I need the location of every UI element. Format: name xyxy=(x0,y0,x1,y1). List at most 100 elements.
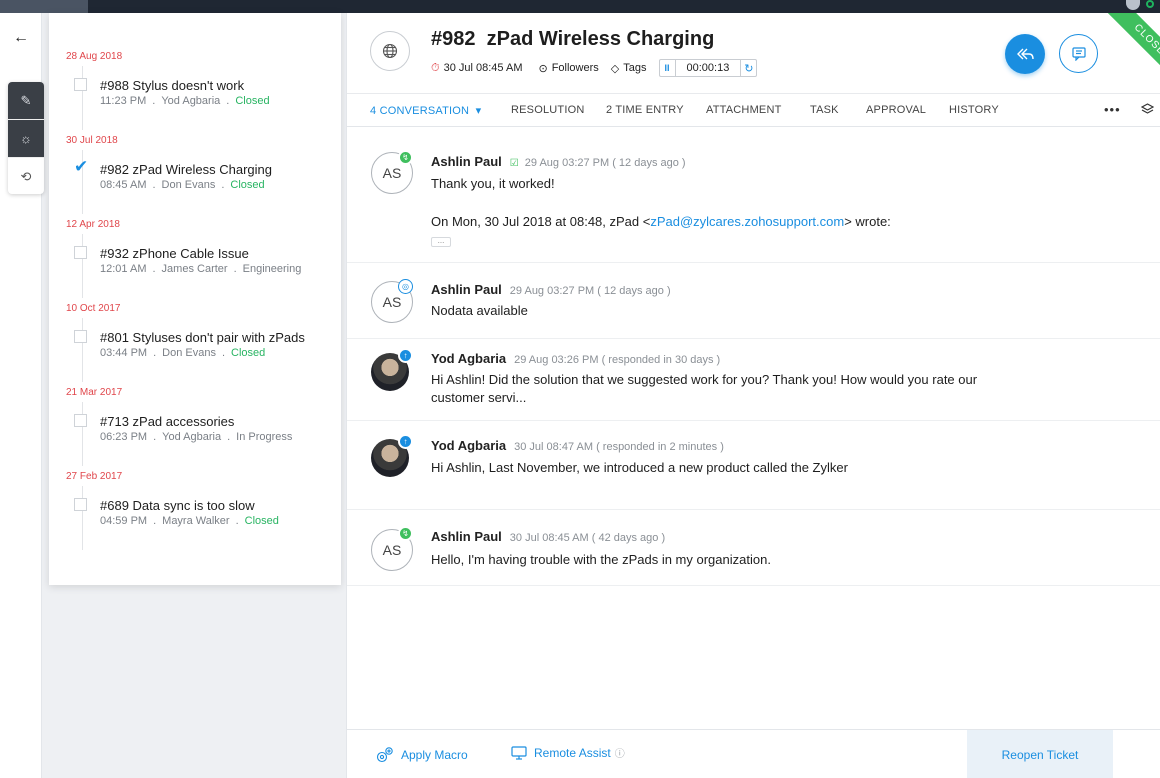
user-avatar[interactable] xyxy=(1126,0,1140,10)
status-badge: Closed xyxy=(230,179,265,191)
checkmark-icon[interactable]: ✔ xyxy=(74,158,88,175)
conversation-thread: AS ↯ Ashlin Paul ☑ 29 Aug 03:27 PM ( 12 da… xyxy=(347,127,1160,586)
ticket-list-item[interactable]: #801 Styluses don't pair with zPads 03:44… xyxy=(66,318,336,382)
ticket-list-meta: 03:44 PM. Don Evans. Closed xyxy=(100,347,266,359)
followers-icon: ⊙ xyxy=(538,62,548,75)
more-icon[interactable]: ••• xyxy=(1104,102,1121,117)
timeline-date: 28 Aug 2018 xyxy=(66,51,123,62)
top-bar xyxy=(0,0,1160,13)
ticket-checkbox[interactable] xyxy=(74,330,87,343)
top-tab-stub[interactable] xyxy=(0,0,88,13)
ticket-list-time: 08:45 AM xyxy=(100,179,147,191)
apply-macro-button[interactable]: Apply Macro xyxy=(375,746,468,764)
message-time: 30 Jul 08:45 AM ( 42 days ago ) xyxy=(509,532,666,544)
sender-name[interactable]: Ashlin Paul xyxy=(431,529,502,544)
ticket-list-title[interactable]: #932 zPhone Cable Issue xyxy=(100,246,249,261)
status-badge: Closed xyxy=(235,95,270,107)
tab-conversation[interactable]: 4 CONVERSATION ▾ xyxy=(370,104,481,117)
timeline-date: 21 Mar 2017 xyxy=(66,387,123,398)
ticket-checkbox[interactable] xyxy=(74,414,87,427)
ticket-list-item[interactable]: ✔ #982 zPad Wireless Charging 08:45 AM. Don… xyxy=(66,150,336,214)
reply-all-button[interactable] xyxy=(1005,34,1045,74)
ticket-list-item[interactable]: #689 Data sync is too slow 04:59 PM. Mayra… xyxy=(66,486,336,550)
thread-message[interactable]: AS ◎ Ashlin Paul 29 Aug 03:27 PM ( 12 day… xyxy=(347,263,1160,339)
ticket-list-item[interactable]: #988 Stylus doesn't work 11:23 PM. Yod Agb… xyxy=(66,66,336,130)
thread-message[interactable]: ↑ Yod Agbaria 30 Jul 08:47 AM ( responded… xyxy=(347,421,1160,510)
layers-icon[interactable] xyxy=(1140,103,1155,118)
quoted-email-link[interactable]: zPad@zylcares.zohosupport.com xyxy=(650,214,844,229)
ticket-list-title[interactable]: #988 Stylus doesn't work xyxy=(100,78,244,93)
sender-name[interactable]: Yod Agbaria xyxy=(431,351,506,366)
portal-badge-icon: ↯ xyxy=(398,150,413,165)
message-text: Hi Ashlin, Last November, we introduced … xyxy=(431,460,848,475)
ticket-subject: zPad Wireless Charging xyxy=(486,28,715,50)
status-badge: In Progress xyxy=(236,431,293,443)
ticket-list-item[interactable]: #713 zPad accessories 06:23 PM. Yod Agbari… xyxy=(66,402,336,466)
info-icon[interactable]: ⓘ xyxy=(615,745,625,760)
ticket-checkbox[interactable] xyxy=(74,498,87,511)
ticket-list-title[interactable]: #801 Styluses don't pair with zPads xyxy=(100,330,305,345)
sender-name[interactable]: Yod Agbaria xyxy=(431,438,506,453)
tab-attachment[interactable]: ATTACHMENT xyxy=(706,104,782,116)
tab-time-entry[interactable]: 2 TIME ENTRY xyxy=(606,104,684,116)
refresh-icon[interactable]: ↻ xyxy=(740,60,756,76)
tags-link[interactable]: Tags xyxy=(623,62,646,74)
ticket-checkbox[interactable] xyxy=(74,246,87,259)
message-time: 30 Jul 08:47 AM ( responded in 2 minutes… xyxy=(514,441,724,453)
ticket-list-title[interactable]: #689 Data sync is too slow xyxy=(100,498,255,513)
timeline-line xyxy=(82,234,83,298)
timeline-date: 12 Apr 2018 xyxy=(66,219,120,230)
status-badge: Engineering xyxy=(242,263,302,275)
tab-task[interactable]: TASK xyxy=(810,104,839,116)
tab-approval[interactable]: APPROVAL xyxy=(866,104,926,116)
ticket-header: #982 zPad Wireless Charging ⏱ 30 Jul 08:… xyxy=(347,13,1160,93)
quoted-header: On Mon, 30 Jul 2018 at 08:48, zPad <zPad… xyxy=(431,214,891,229)
ticket-list-agent: Yod Agbaria xyxy=(161,95,221,107)
message-header: Ashlin Paul 30 Jul 08:45 AM ( 42 days ago… xyxy=(431,529,665,544)
back-arrow-icon[interactable]: ← xyxy=(13,29,29,47)
ticket-title: #982 zPad Wireless Charging xyxy=(431,28,714,51)
due-date[interactable]: 30 Jul 08:45 AM xyxy=(444,62,523,74)
ticket-list-agent: Mayra Walker xyxy=(162,515,230,527)
portal-badge-icon: ↯ xyxy=(398,526,413,541)
timeline-date: 10 Oct 2017 xyxy=(66,303,121,314)
tab-resolution[interactable]: RESOLUTION xyxy=(511,104,585,116)
timeline-line xyxy=(82,66,83,130)
message-header: Ashlin Paul 29 Aug 03:27 PM ( 12 days ago… xyxy=(431,282,671,297)
thread-message[interactable]: AS ↯ Ashlin Paul 30 Jul 08:45 AM ( 42 day… xyxy=(347,510,1160,586)
seen-icon: ☑ xyxy=(509,158,519,169)
bulb-icon[interactable]: ☼ xyxy=(8,120,44,158)
reopen-ticket-button[interactable]: Reopen Ticket xyxy=(967,730,1113,778)
ticket-list-title[interactable]: #713 zPad accessories xyxy=(100,414,234,429)
ticket-list-time: 04:59 PM xyxy=(100,515,148,527)
timeline-line xyxy=(82,318,83,382)
globe-icon xyxy=(370,31,410,71)
ticket-list-meta: 11:23 PM. Yod Agbaria. Closed xyxy=(100,95,270,107)
ticket-list-time: 06:23 PM xyxy=(100,431,148,443)
timeline-line xyxy=(82,486,83,550)
followers-link[interactable]: Followers xyxy=(552,62,599,74)
rail-toolbox: ✎ ☼ ⟲ xyxy=(8,82,44,194)
thread-message[interactable]: ↑ Yod Agbaria 29 Aug 03:26 PM ( responded… xyxy=(347,339,1160,421)
ticket-list-title[interactable]: #982 zPad Wireless Charging xyxy=(100,162,272,177)
timeline-date: 30 Jul 2018 xyxy=(66,135,118,146)
closed-ribbon-label: CLOSED xyxy=(1106,13,1160,85)
message-time: 29 Aug 03:27 PM ( 12 days ago ) xyxy=(524,157,686,169)
ticket-timer: II 00:00:13 ↻ xyxy=(658,59,758,77)
timeline-line xyxy=(82,402,83,466)
status-badge: Closed xyxy=(231,347,266,359)
show-quoted-button[interactable]: ... xyxy=(431,237,451,247)
ticket-checkbox[interactable] xyxy=(74,78,87,91)
history-icon[interactable]: ⟲ xyxy=(8,158,44,194)
ticket-list-time: 11:23 PM xyxy=(100,95,147,107)
sender-name[interactable]: Ashlin Paul xyxy=(431,282,502,297)
tab-history[interactable]: HISTORY xyxy=(949,104,999,116)
edit-icon[interactable]: ✎ xyxy=(8,82,44,120)
ticket-meta: ⏱ 30 Jul 08:45 AM ⊙ Followers ◇ Tags II … xyxy=(431,59,758,77)
pause-icon[interactable]: II xyxy=(660,60,676,76)
online-status-icon xyxy=(1146,0,1154,8)
sender-name[interactable]: Ashlin Paul xyxy=(431,154,502,169)
remote-assist-button[interactable]: Remote Assist ⓘ xyxy=(511,745,625,760)
thread-message[interactable]: AS ↯ Ashlin Paul ☑ 29 Aug 03:27 PM ( 12 da… xyxy=(347,127,1160,263)
ticket-list-item[interactable]: #932 zPhone Cable Issue 12:01 AM. James Ca… xyxy=(66,234,336,298)
